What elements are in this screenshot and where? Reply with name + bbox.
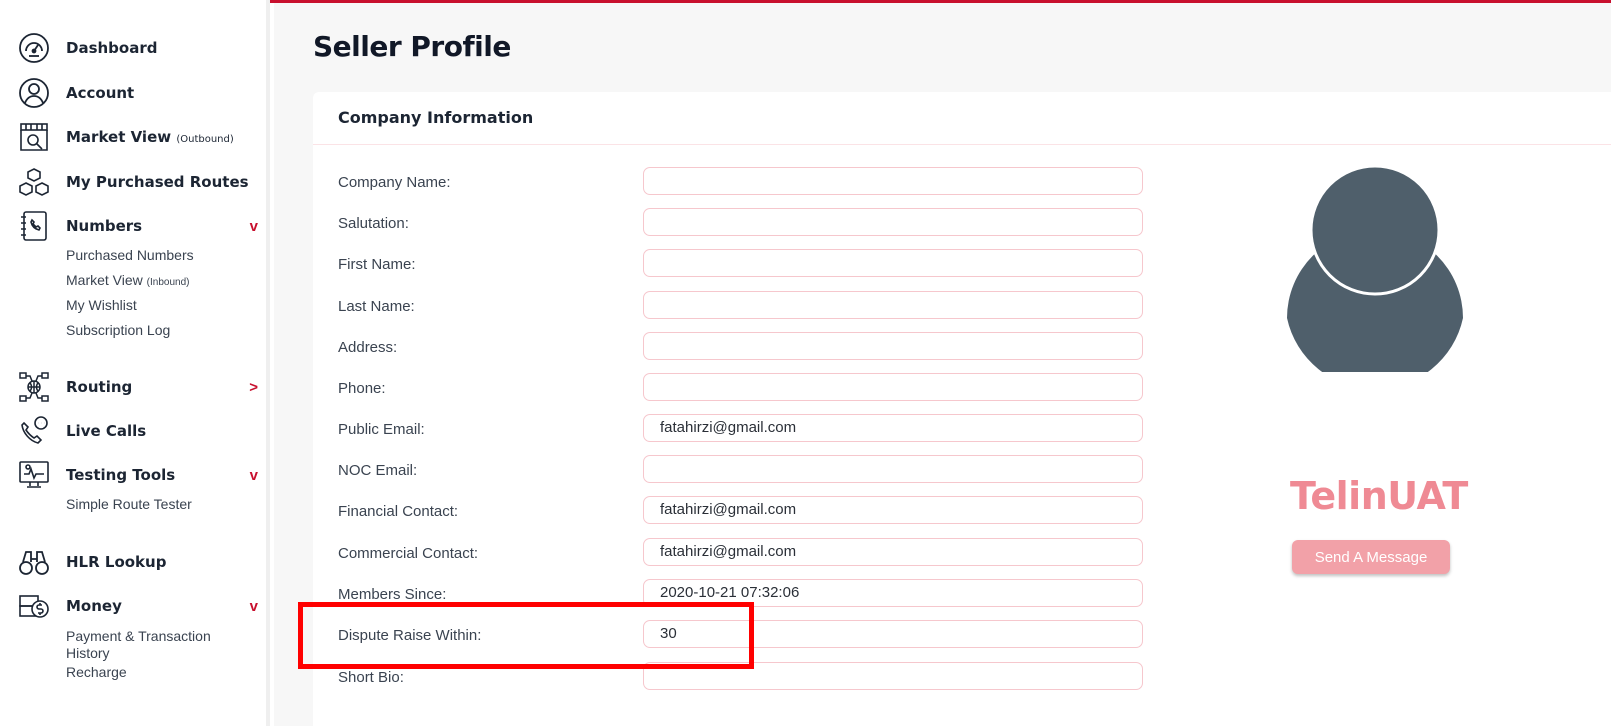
public-email-label: Public Email: xyxy=(338,421,425,438)
nav-account[interactable]: Account xyxy=(18,75,258,111)
nav-purchased-routes-label: My Purchased Routes xyxy=(66,173,249,191)
nav-routing[interactable]: Routing > xyxy=(18,369,258,405)
chevron-down-icon: v xyxy=(249,597,258,615)
nav-money[interactable]: Money v xyxy=(18,588,258,624)
row-company-name: Company Name: xyxy=(338,167,1148,199)
nav-numbers-label: Numbers xyxy=(66,217,143,235)
card-title: Company Information xyxy=(338,108,534,127)
nav-routing-label: Routing xyxy=(66,378,133,396)
first-name-label: First Name: xyxy=(338,256,416,273)
row-public-email: Public Email: fatahirzi@gmail.com xyxy=(338,414,1148,446)
row-dispute-raise: Dispute Raise Within: 30 xyxy=(338,620,1148,652)
chevron-down-icon: v xyxy=(249,217,258,235)
card-header: Company Information xyxy=(313,92,1611,145)
store-icon xyxy=(18,121,50,153)
user-circle-icon xyxy=(18,77,50,109)
sub-recharge[interactable]: Recharge xyxy=(66,664,127,681)
money-icon xyxy=(18,590,50,622)
monitor-pulse-icon xyxy=(18,459,50,491)
sub-purchased-numbers[interactable]: Purchased Numbers xyxy=(66,247,194,264)
dispute-raise-label: Dispute Raise Within: xyxy=(338,627,482,644)
row-financial-contact: Financial Contact: fatahirzi@gmail.com xyxy=(338,496,1148,528)
nav-account-label: Account xyxy=(66,84,135,102)
nav-hlr-lookup-label: HLR Lookup xyxy=(66,553,167,571)
nav-market-view-label: Market View (Outbound) xyxy=(66,128,234,146)
row-last-name: Last Name: xyxy=(338,291,1148,323)
dispute-raise-field[interactable]: 30 xyxy=(643,620,1143,648)
row-first-name: First Name: xyxy=(338,249,1148,281)
financial-contact-field[interactable]: fatahirzi@gmail.com xyxy=(643,496,1143,524)
commercial-contact-label: Commercial Contact: xyxy=(338,545,479,562)
phonebook-icon xyxy=(18,210,50,242)
network-icon xyxy=(18,371,50,403)
nav-numbers[interactable]: Numbers v xyxy=(18,208,258,244)
nav-live-calls-label: Live Calls xyxy=(66,422,147,440)
salutation-label: Salutation: xyxy=(338,215,409,232)
sub-simple-route-tester[interactable]: Simple Route Tester xyxy=(66,496,192,513)
financial-contact-label: Financial Contact: xyxy=(338,503,459,520)
nav-hlr-lookup[interactable]: HLR Lookup xyxy=(18,544,258,580)
row-commercial-contact: Commercial Contact: fatahirzi@gmail.com xyxy=(338,538,1148,570)
nav-market-view[interactable]: Market View (Outbound) xyxy=(18,119,258,155)
commercial-contact-field[interactable]: fatahirzi@gmail.com xyxy=(643,538,1143,566)
salutation-field[interactable] xyxy=(643,208,1143,236)
sub-payment-history[interactable]: Payment & Transaction History xyxy=(66,628,211,662)
nav-testing-tools[interactable]: Testing Tools v xyxy=(18,457,258,493)
phone-chat-icon xyxy=(18,415,50,447)
sub-subscription-log[interactable]: Subscription Log xyxy=(66,322,170,339)
address-field[interactable] xyxy=(643,332,1143,360)
last-name-field[interactable] xyxy=(643,291,1143,319)
noc-email-label: NOC Email: xyxy=(338,462,418,479)
last-name-label: Last Name: xyxy=(338,298,415,315)
public-email-field[interactable]: fatahirzi@gmail.com xyxy=(643,414,1143,442)
short-bio-label: Short Bio: xyxy=(338,669,404,686)
nav-testing-tools-label: Testing Tools xyxy=(66,466,176,484)
sub-market-view-inbound[interactable]: Market View (Inbound) xyxy=(66,272,189,291)
nav-purchased-routes[interactable]: My Purchased Routes xyxy=(18,164,258,200)
phone-label: Phone: xyxy=(338,380,386,397)
page-title: Seller Profile xyxy=(313,30,511,63)
avatar-icon xyxy=(1285,164,1465,390)
sub-wishlist[interactable]: My Wishlist xyxy=(66,297,137,314)
nav-dashboard-label: Dashboard xyxy=(66,39,158,57)
boxes-icon xyxy=(18,166,50,198)
company-name-field[interactable] xyxy=(643,167,1143,195)
nav-live-calls[interactable]: Live Calls xyxy=(18,413,258,449)
company-name-display: TelinUAT xyxy=(1290,474,1468,518)
send-message-button[interactable]: Send A Message xyxy=(1292,540,1450,574)
phone-field[interactable] xyxy=(643,373,1143,401)
chevron-right-icon: > xyxy=(249,378,258,396)
nav-dashboard[interactable]: Dashboard xyxy=(18,30,258,66)
address-label: Address: xyxy=(338,339,398,356)
row-short-bio: Short Bio: xyxy=(338,662,1148,694)
row-address: Address: xyxy=(338,332,1148,364)
nav-money-label: Money xyxy=(66,597,122,615)
members-since-field[interactable]: 2020-10-21 07:32:06 xyxy=(643,579,1143,607)
short-bio-field[interactable] xyxy=(643,662,1143,690)
members-since-label: Members Since: xyxy=(338,586,447,603)
first-name-field[interactable] xyxy=(643,249,1143,277)
row-salutation: Salutation: xyxy=(338,208,1148,240)
row-phone: Phone: xyxy=(338,373,1148,405)
chevron-down-icon: v xyxy=(249,466,258,484)
row-members-since: Members Since: 2020-10-21 07:32:06 xyxy=(338,579,1148,611)
binoculars-icon xyxy=(18,546,50,578)
row-noc-email: NOC Email: xyxy=(338,455,1148,487)
company-name-label: Company Name: xyxy=(338,174,451,191)
speedometer-icon xyxy=(18,32,50,64)
sidebar: Dashboard Account Market View (Outbound)… xyxy=(0,0,270,726)
noc-email-field[interactable] xyxy=(643,455,1143,483)
